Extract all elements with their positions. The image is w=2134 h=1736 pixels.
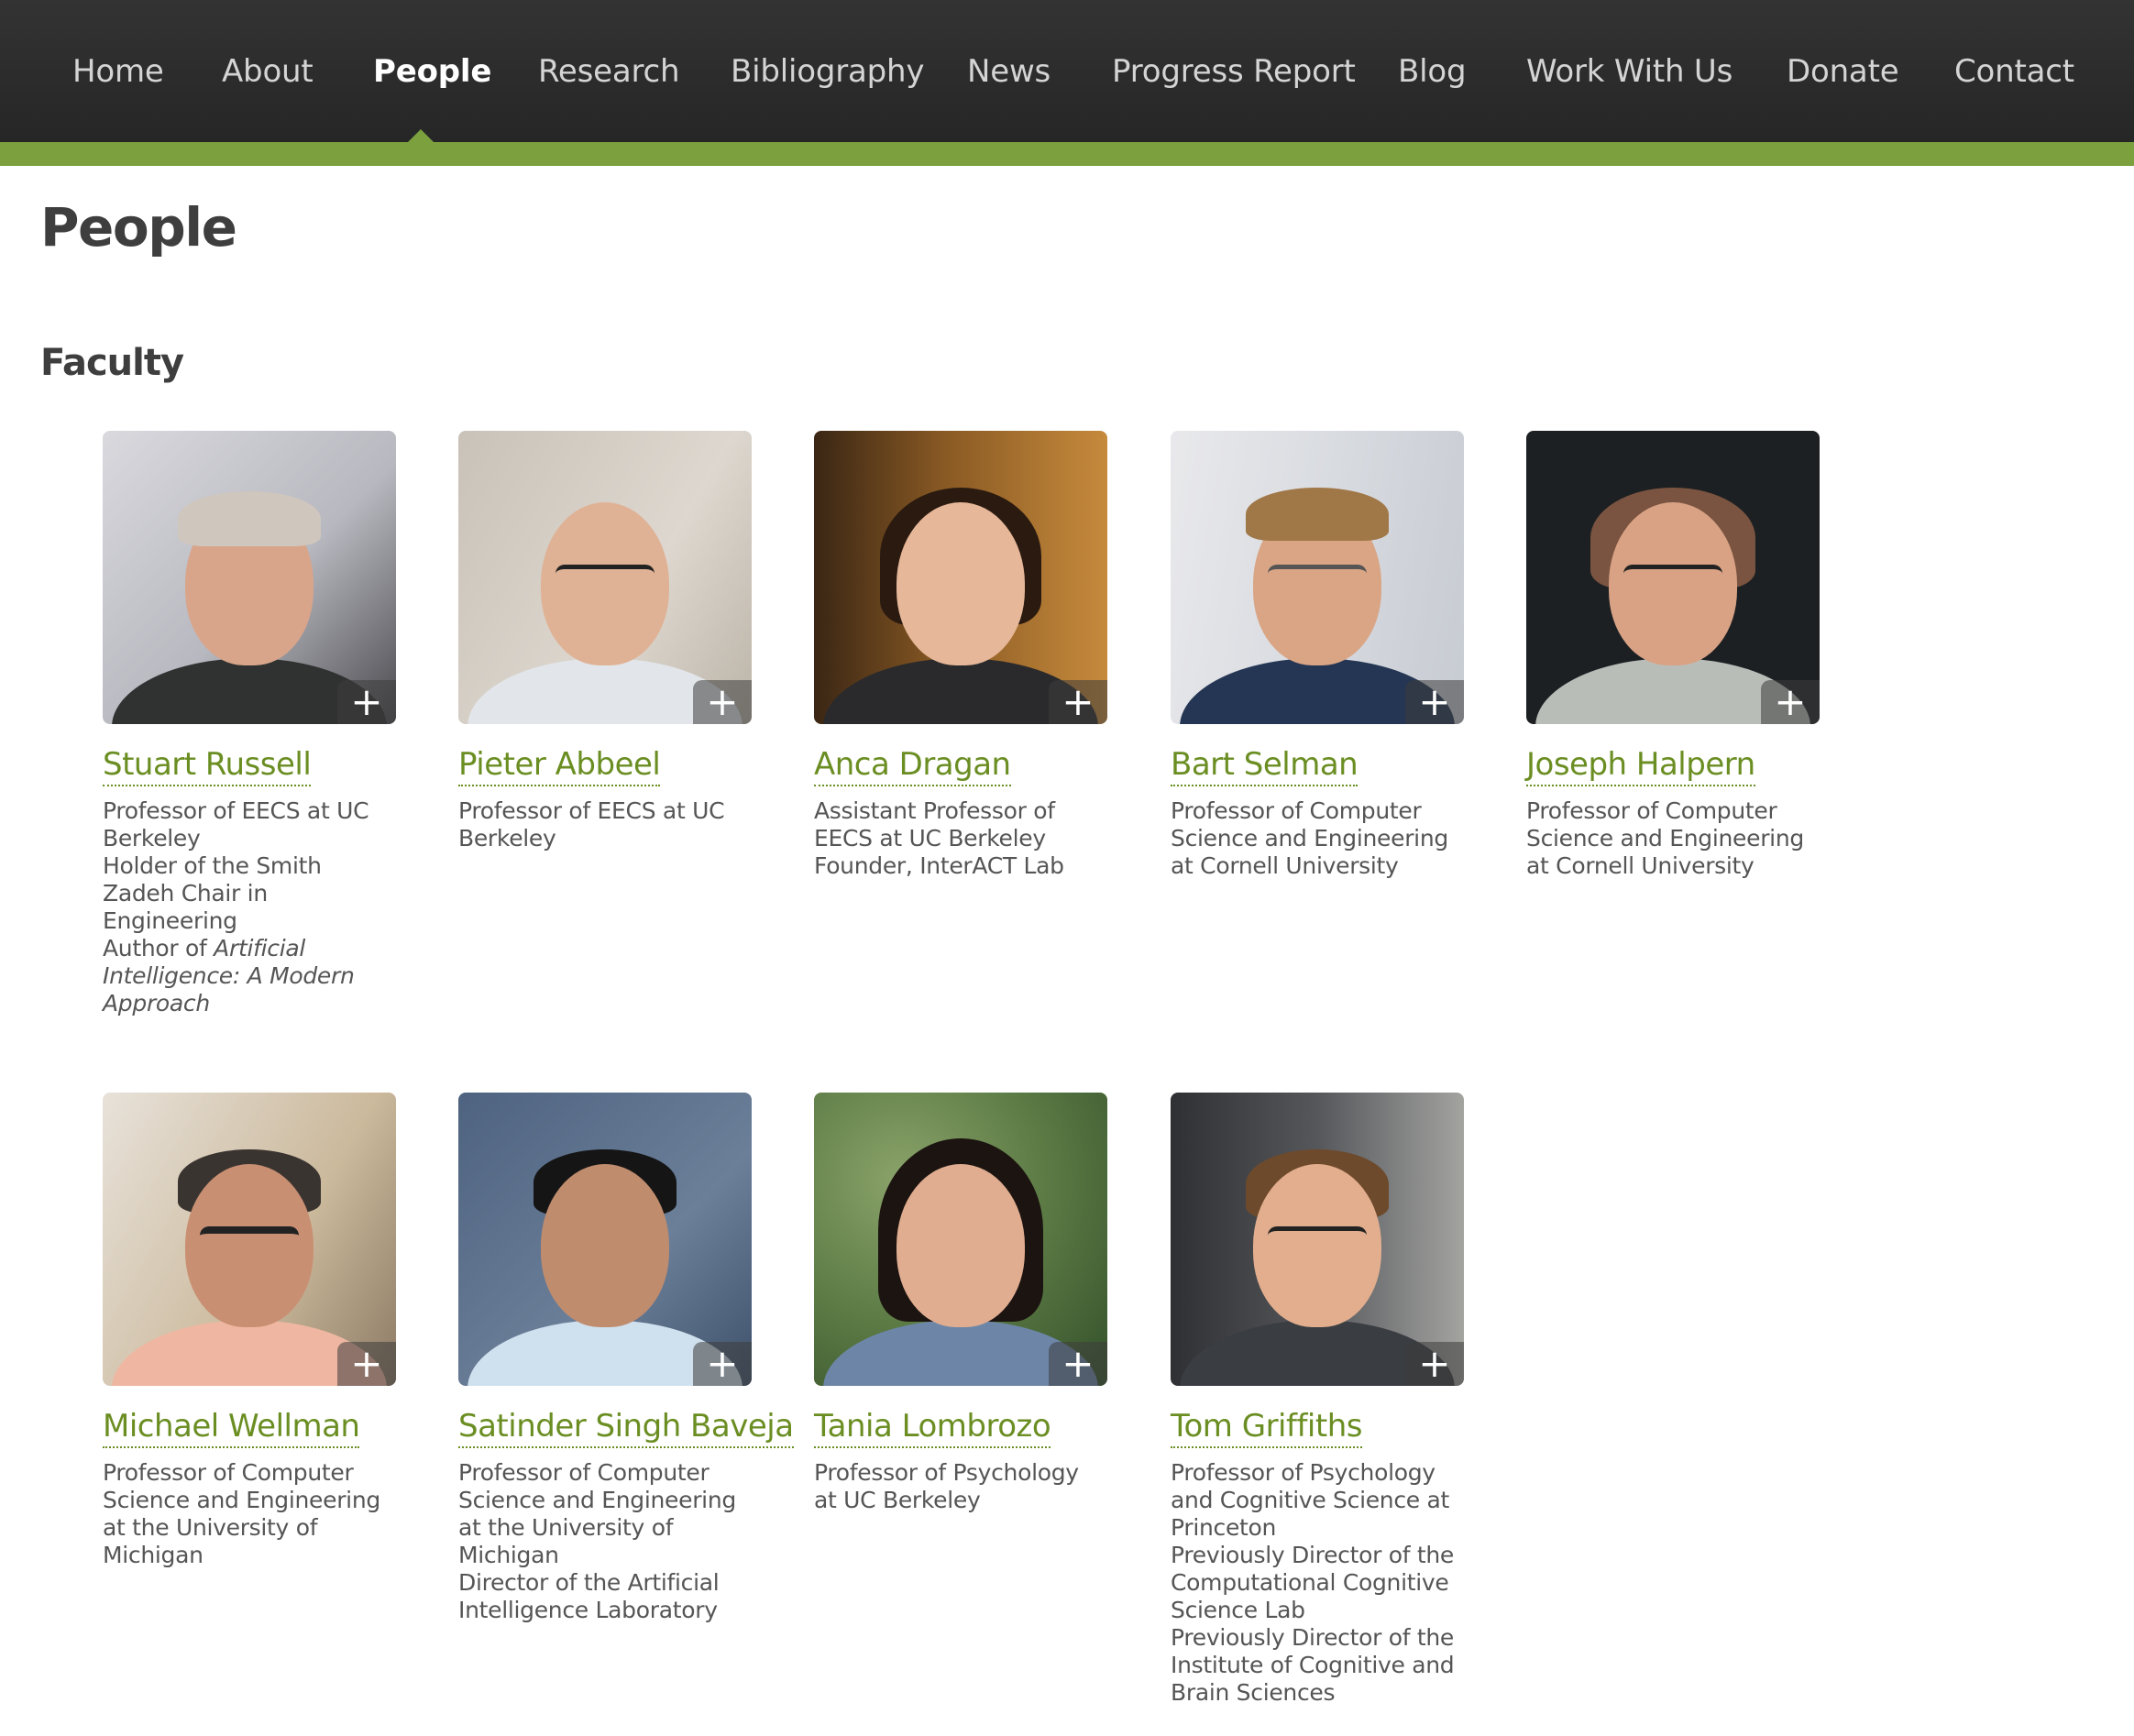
bio-line: Previously Director of the Institute of … xyxy=(1171,1624,1455,1706)
faculty-card: + Satinder Singh Baveja Professor of Com… xyxy=(458,1093,794,1624)
faculty-bio: Professor of Psychology at UC Berkeley xyxy=(814,1459,1107,1514)
nav-item-work-with-us[interactable]: Work With Us xyxy=(1526,51,1732,92)
plus-icon[interactable]: + xyxy=(693,680,752,724)
bio-line: Professor of Psychology and Cognitive Sc… xyxy=(1171,1459,1450,1541)
main-menu: Home About People Research Bibliography … xyxy=(0,0,2134,142)
faculty-name-link[interactable]: Tania Lombrozo xyxy=(814,1406,1051,1448)
portrait-photo[interactable]: + xyxy=(458,1093,752,1386)
faculty-name-link[interactable]: Stuart Russell xyxy=(103,744,312,786)
nav-item-bibliography[interactable]: Bibliography xyxy=(731,51,924,92)
portrait-photo[interactable]: + xyxy=(1171,1093,1464,1386)
plus-icon[interactable]: + xyxy=(337,1342,396,1386)
nav-item-home[interactable]: Home xyxy=(72,51,164,92)
nav-item-contact[interactable]: Contact xyxy=(1954,51,2074,92)
bio-line: Professor of Computer Science and Engine… xyxy=(1171,797,1448,879)
active-nav-indicator xyxy=(407,129,434,143)
faculty-name-link[interactable]: Tom Griffiths xyxy=(1171,1406,1362,1448)
portrait-photo[interactable]: + xyxy=(814,1093,1107,1386)
faculty-name-link[interactable]: Pieter Abbeel xyxy=(458,744,661,786)
faculty-name-link[interactable]: Joseph Halpern xyxy=(1526,744,1755,786)
bio-line: Professor of Computer Science and Engine… xyxy=(1526,797,1804,879)
bio-line: Assistant Professor of EECS at UC Berkel… xyxy=(814,797,1055,852)
nav-item-people[interactable]: People xyxy=(373,51,491,92)
portrait-photo[interactable]: + xyxy=(458,431,752,724)
plus-icon[interactable]: + xyxy=(1049,1342,1107,1386)
accent-band xyxy=(0,142,2134,166)
plus-icon[interactable]: + xyxy=(1761,680,1820,724)
portrait-photo[interactable]: + xyxy=(103,1093,396,1386)
bio-line: Professor of EECS at UC Berkeley xyxy=(458,797,725,852)
faculty-card: + Anca Dragan Assistant Professor of EEC… xyxy=(814,431,1107,880)
faculty-bio: Professor of Computer Science and Engine… xyxy=(458,1459,752,1624)
faculty-bio: Professor of Computer Science and Engine… xyxy=(103,1459,396,1569)
faculty-card: + Pieter Abbeel Professor of EECS at UC … xyxy=(458,431,752,852)
plus-icon[interactable]: + xyxy=(337,680,396,724)
faculty-card: + Tom Griffiths Professor of Psychology … xyxy=(1171,1093,1464,1707)
portrait-photo[interactable]: + xyxy=(814,431,1107,724)
faculty-card: + Bart Selman Professor of Computer Scie… xyxy=(1171,431,1464,880)
faculty-card: + Tania Lombrozo Professor of Psychology… xyxy=(814,1093,1107,1514)
nav-item-progress-report[interactable]: Progress Report xyxy=(1112,51,1356,92)
section-title-faculty: Faculty xyxy=(40,342,184,384)
portrait-photo[interactable]: + xyxy=(1526,431,1820,724)
bio-line: Professor of EECS at UC Berkeley xyxy=(103,797,369,852)
bio-line: Founder, InterACT Lab xyxy=(814,852,1064,879)
faculty-card: + Joseph Halpern Professor of Computer S… xyxy=(1526,431,1820,880)
bio-line: Previously Director of the Computational… xyxy=(1171,1542,1454,1623)
faculty-bio: Professor of EECS at UC Berkeley Holder … xyxy=(103,797,396,1017)
nav-item-donate[interactable]: Donate xyxy=(1787,51,1899,92)
faculty-card: + Stuart Russell Professor of EECS at UC… xyxy=(103,431,396,1017)
plus-icon[interactable]: + xyxy=(693,1342,752,1386)
bio-line: Professor of Psychology at UC Berkeley xyxy=(814,1459,1079,1513)
bio-line: Director of the Artificial Intelligence … xyxy=(458,1569,720,1623)
author-prefix: Author of xyxy=(103,935,214,961)
faculty-name-link[interactable]: Satinder Singh Baveja xyxy=(458,1406,794,1448)
plus-icon[interactable]: + xyxy=(1405,680,1464,724)
bio-line: Holder of the Smith Zadeh Chair in Engin… xyxy=(103,852,322,934)
bio-line: Professor of Computer Science and Engine… xyxy=(103,1459,380,1568)
plus-icon[interactable]: + xyxy=(1405,1342,1464,1386)
nav-item-news[interactable]: News xyxy=(967,51,1050,92)
top-navigation-bar: Home About People Research Bibliography … xyxy=(0,0,2134,143)
page-title: People xyxy=(40,196,237,258)
nav-item-research[interactable]: Research xyxy=(538,51,680,92)
faculty-name-link[interactable]: Bart Selman xyxy=(1171,744,1358,786)
bio-line: Professor of Computer Science and Engine… xyxy=(458,1459,736,1568)
faculty-bio: Assistant Professor of EECS at UC Berkel… xyxy=(814,797,1107,880)
portrait-photo[interactable]: + xyxy=(103,431,396,724)
faculty-bio: Professor of EECS at UC Berkeley xyxy=(458,797,752,852)
portrait-photo[interactable]: + xyxy=(1171,431,1464,724)
faculty-name-link[interactable]: Michael Wellman xyxy=(103,1406,360,1448)
faculty-name-link[interactable]: Anca Dragan xyxy=(814,744,1011,786)
faculty-bio: Professor of Psychology and Cognitive Sc… xyxy=(1171,1459,1464,1707)
plus-icon[interactable]: + xyxy=(1049,680,1107,724)
faculty-card: + Michael Wellman Professor of Computer … xyxy=(103,1093,396,1569)
bio-line: Author of Artificial Intelligence: A Mod… xyxy=(103,935,396,1017)
faculty-bio: Professor of Computer Science and Engine… xyxy=(1526,797,1820,880)
nav-item-blog[interactable]: Blog xyxy=(1398,51,1467,92)
nav-item-about[interactable]: About xyxy=(222,51,314,92)
faculty-bio: Professor of Computer Science and Engine… xyxy=(1171,797,1464,880)
